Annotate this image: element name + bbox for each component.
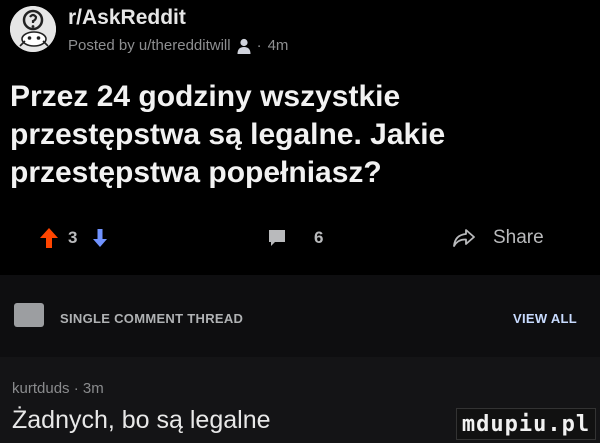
- post-title-line: przestępstwa popełniasz?: [10, 156, 382, 189]
- posted-by[interactable]: Posted by u/theredditwill: [68, 37, 231, 54]
- vote-count: 3: [68, 228, 78, 247]
- thread-label: SINGLE COMMENT THREAD: [60, 311, 244, 326]
- meta-separator: ·: [256, 37, 262, 54]
- post-card: r/AskReddit Posted by u/theredditwill · …: [0, 0, 600, 275]
- comment-meta[interactable]: kurtduds · 3m: [12, 380, 104, 397]
- share-arrow-icon: [453, 229, 475, 247]
- comment-bubble-icon: [269, 230, 285, 246]
- comment-text: Żadnych, bo są legalne: [12, 406, 271, 434]
- post-title-line: przestępstwa są legalne. Jakie: [10, 118, 446, 151]
- comment-count: 6: [314, 228, 324, 247]
- post-meta: Posted by u/theredditwill · 4m: [68, 37, 288, 54]
- person-icon: [237, 38, 251, 54]
- watermark-text: mdupiu.pl: [461, 411, 591, 437]
- subreddit-name[interactable]: r/AskReddit: [68, 6, 186, 30]
- view-all-link[interactable]: VIEW ALL: [513, 311, 577, 326]
- post-age: 4m: [267, 37, 289, 54]
- share-label: Share: [493, 227, 544, 248]
- comments-button[interactable]: 6: [268, 220, 323, 256]
- subreddit-avatar[interactable]: [10, 6, 56, 52]
- arrow-up-icon[interactable]: [40, 228, 58, 248]
- post-title-line: Przez 24 godziny wszystkie: [10, 80, 401, 113]
- post-actions: 3 6 Share: [0, 220, 600, 256]
- share-button[interactable]: Share: [453, 220, 544, 256]
- post-title[interactable]: Przez 24 godziny wszystkie przestępstwa …: [10, 78, 570, 192]
- single-comment-thread-bar: SINGLE COMMENT THREAD VIEW ALL: [0, 275, 600, 357]
- comment-thread-icon: [14, 303, 44, 327]
- askreddit-alien-avatar-icon: [10, 6, 56, 52]
- vote-control: 3: [40, 220, 108, 256]
- watermark-logo: mdupiu.pl: [456, 408, 596, 440]
- post-header: r/AskReddit Posted by u/theredditwill · …: [10, 4, 590, 60]
- arrow-down-icon[interactable]: [93, 229, 108, 247]
